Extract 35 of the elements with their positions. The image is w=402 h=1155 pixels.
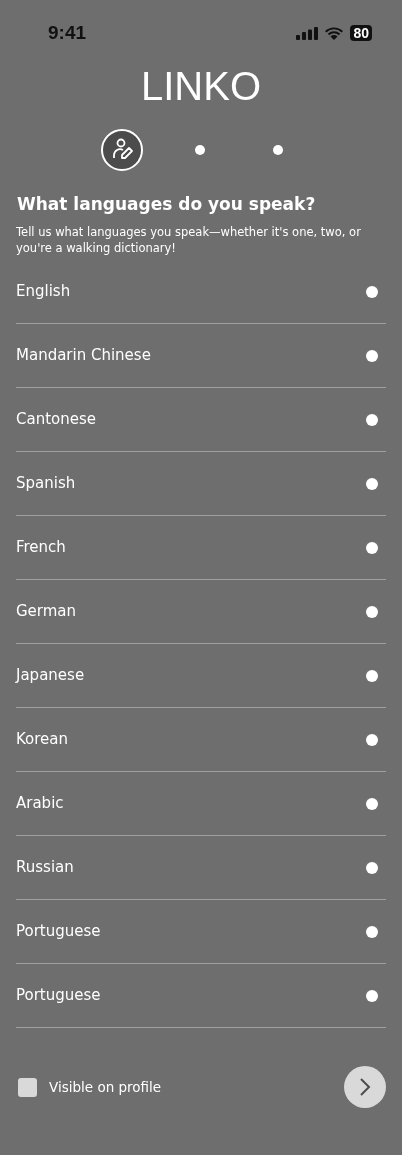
language-label: French (16, 537, 66, 559)
language-label: Mandarin Chinese (16, 345, 151, 367)
language-label: Portuguese (16, 985, 101, 1007)
language-option[interactable]: Japanese (16, 644, 386, 708)
visible-checkbox[interactable] (18, 1077, 37, 1097)
language-label: English (16, 281, 71, 303)
language-option[interactable]: Korean (16, 708, 386, 772)
question-description: Tell us what languages you speak—whether it's one, two, or you're a walking dictionary! (15, 224, 362, 256)
next-button[interactable] (344, 1066, 386, 1108)
language-option[interactable]: Portuguese (16, 900, 386, 964)
language-option[interactable]: French (16, 516, 386, 580)
wifi-icon (324, 26, 345, 40)
language-label: Spanish (16, 473, 76, 495)
language-option[interactable]: Russian (16, 836, 386, 900)
language-label: Portuguese (16, 921, 101, 943)
language-label: Russian (16, 857, 74, 879)
language-option[interactable]: Portuguese (16, 964, 386, 1028)
language-label: Cantonese (16, 409, 96, 431)
language-label: German (16, 601, 77, 623)
language-option[interactable]: English (16, 260, 386, 324)
language-label: Japanese (16, 665, 85, 687)
language-option[interactable]: Mandarin Chinese (16, 324, 386, 388)
visible-label: Visible on profile (49, 1077, 162, 1097)
signal-icon (296, 26, 319, 40)
language-option[interactable]: Spanish (16, 452, 386, 516)
language-label: Arabic (16, 793, 64, 815)
app-title: LINKO (140, 63, 261, 110)
language-option[interactable]: Arabic (16, 772, 386, 836)
chevron-right-icon (359, 1077, 371, 1097)
status-time: 9:41 (48, 20, 87, 45)
language-label: Korean (16, 729, 69, 751)
language-option[interactable]: Cantonese (16, 388, 386, 452)
question-heading: What languages do you speak? (16, 193, 317, 216)
language-option[interactable]: German (16, 580, 386, 644)
battery-level: 80 (350, 25, 372, 41)
